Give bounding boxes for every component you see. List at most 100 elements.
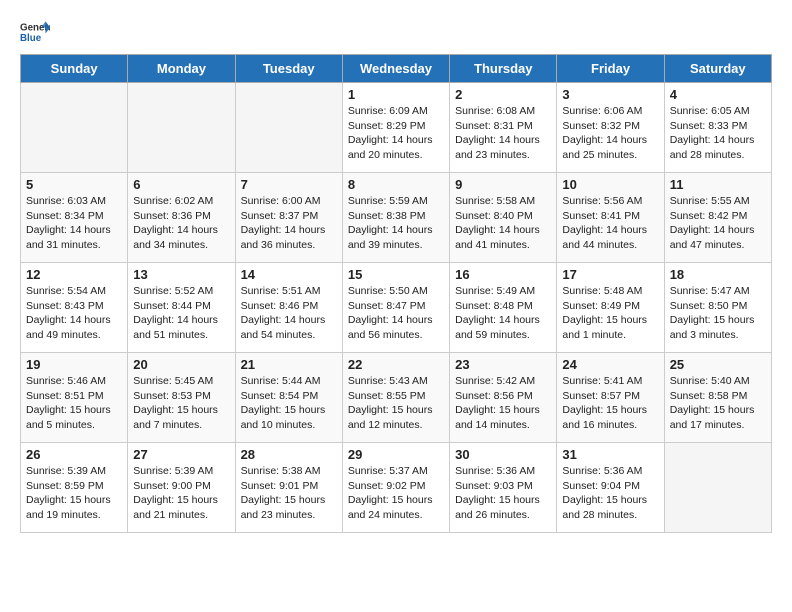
- day-cell: 10 Sunrise: 5:56 AM Sunset: 8:41 PM Dayli…: [557, 173, 664, 263]
- day-header-sunday: Sunday: [21, 55, 128, 83]
- day-cell: [664, 443, 771, 533]
- day-info: Sunrise: 5:46 AM Sunset: 8:51 PM Dayligh…: [26, 374, 122, 433]
- day-info: Sunrise: 5:52 AM Sunset: 8:44 PM Dayligh…: [133, 284, 229, 343]
- day-number: 19: [26, 357, 122, 372]
- day-number: 4: [670, 87, 766, 102]
- day-info: Sunrise: 5:41 AM Sunset: 8:57 PM Dayligh…: [562, 374, 658, 433]
- day-cell: 18Sunrise: 5:47 AM Sunset: 8:50 PM Dayli…: [664, 263, 771, 353]
- day-cell: 13 Sunrise: 5:52 AM Sunset: 8:44 PM Dayli…: [128, 263, 235, 353]
- day-info: Sunrise: 5:56 AM Sunset: 8:41 PM Dayligh…: [562, 194, 658, 253]
- day-info: Sunrise: 5:58 AM Sunset: 8:40 PM Dayligh…: [455, 194, 551, 253]
- day-cell: 29Sunrise: 5:37 AM Sunset: 9:02 PM Dayli…: [342, 443, 449, 533]
- day-info: Sunrise: 5:59 AM Sunset: 8:38 PM Dayligh…: [348, 194, 444, 253]
- day-header-thursday: Thursday: [450, 55, 557, 83]
- day-cell: 11 Sunrise: 5:55 AM Sunset: 8:42 PM Dayli…: [664, 173, 771, 263]
- day-info: Sunrise: 5:50 AM Sunset: 8:47 PM Dayligh…: [348, 284, 444, 343]
- day-number: 12: [26, 267, 122, 282]
- day-info: Sunrise: 5:45 AM Sunset: 8:53 PM Dayligh…: [133, 374, 229, 433]
- day-cell: 30Sunrise: 5:36 AM Sunset: 9:03 PM Dayli…: [450, 443, 557, 533]
- day-cell: 27 Sunrise: 5:39 AM Sunset: 9:00 PM Dayli…: [128, 443, 235, 533]
- day-info: Sunrise: 6:08 AM Sunset: 8:31 PM Dayligh…: [455, 104, 551, 163]
- day-cell: 23 Sunrise: 5:42 AM Sunset: 8:56 PM Dayli…: [450, 353, 557, 443]
- day-header-saturday: Saturday: [664, 55, 771, 83]
- day-number: 9: [455, 177, 551, 192]
- day-info: Sunrise: 6:05 AM Sunset: 8:33 PM Dayligh…: [670, 104, 766, 163]
- week-row-3: 12 Sunrise: 5:54 AM Sunset: 8:43 PM Dayli…: [21, 263, 772, 353]
- day-info: Sunrise: 5:38 AM Sunset: 9:01 PM Dayligh…: [241, 464, 337, 523]
- day-cell: 7Sunrise: 6:00 AM Sunset: 8:37 PM Daylig…: [235, 173, 342, 263]
- day-cell: 9 Sunrise: 5:58 AM Sunset: 8:40 PM Daylig…: [450, 173, 557, 263]
- day-number: 22: [348, 357, 444, 372]
- day-cell: [21, 83, 128, 173]
- day-number: 31: [562, 447, 658, 462]
- day-info: Sunrise: 5:48 AM Sunset: 8:49 PM Dayligh…: [562, 284, 658, 343]
- day-number: 28: [241, 447, 337, 462]
- week-row-2: 5Sunrise: 6:03 AM Sunset: 8:34 PM Daylig…: [21, 173, 772, 263]
- day-cell: [128, 83, 235, 173]
- day-cell: 6 Sunrise: 6:02 AM Sunset: 8:36 PM Daylig…: [128, 173, 235, 263]
- day-number: 24: [562, 357, 658, 372]
- day-number: 5: [26, 177, 122, 192]
- day-number: 30: [455, 447, 551, 462]
- day-number: 20: [133, 357, 229, 372]
- day-number: 27: [133, 447, 229, 462]
- day-info: Sunrise: 5:40 AM Sunset: 8:58 PM Dayligh…: [670, 374, 766, 433]
- day-cell: 14Sunrise: 5:51 AM Sunset: 8:46 PM Dayli…: [235, 263, 342, 353]
- day-header-monday: Monday: [128, 55, 235, 83]
- day-number: 25: [670, 357, 766, 372]
- day-number: 10: [562, 177, 658, 192]
- day-cell: 2 Sunrise: 6:08 AM Sunset: 8:31 PM Daylig…: [450, 83, 557, 173]
- day-info: Sunrise: 6:02 AM Sunset: 8:36 PM Dayligh…: [133, 194, 229, 253]
- calendar-table: SundayMondayTuesdayWednesdayThursdayFrid…: [20, 54, 772, 533]
- day-cell: 1 Sunrise: 6:09 AM Sunset: 8:29 PM Daylig…: [342, 83, 449, 173]
- day-number: 23: [455, 357, 551, 372]
- day-cell: 3Sunrise: 6:06 AM Sunset: 8:32 PM Daylig…: [557, 83, 664, 173]
- day-number: 1: [348, 87, 444, 102]
- day-info: Sunrise: 5:43 AM Sunset: 8:55 PM Dayligh…: [348, 374, 444, 433]
- day-number: 17: [562, 267, 658, 282]
- day-number: 11: [670, 177, 766, 192]
- day-number: 13: [133, 267, 229, 282]
- day-number: 15: [348, 267, 444, 282]
- day-cell: 4 Sunrise: 6:05 AM Sunset: 8:33 PM Daylig…: [664, 83, 771, 173]
- day-info: Sunrise: 5:54 AM Sunset: 8:43 PM Dayligh…: [26, 284, 122, 343]
- day-cell: 8 Sunrise: 5:59 AM Sunset: 8:38 PM Daylig…: [342, 173, 449, 263]
- day-cell: 17 Sunrise: 5:48 AM Sunset: 8:49 PM Dayli…: [557, 263, 664, 353]
- day-info: Sunrise: 5:36 AM Sunset: 9:04 PM Dayligh…: [562, 464, 658, 523]
- day-number: 7: [241, 177, 337, 192]
- day-number: 18: [670, 267, 766, 282]
- day-cell: 26 Sunrise: 5:39 AM Sunset: 8:59 PM Dayli…: [21, 443, 128, 533]
- day-number: 21: [241, 357, 337, 372]
- day-number: 26: [26, 447, 122, 462]
- logo-icon: General Blue: [20, 20, 50, 44]
- day-cell: 20 Sunrise: 5:45 AM Sunset: 8:53 PM Dayli…: [128, 353, 235, 443]
- day-cell: 15 Sunrise: 5:50 AM Sunset: 8:47 PM Dayli…: [342, 263, 449, 353]
- day-info: Sunrise: 5:44 AM Sunset: 8:54 PM Dayligh…: [241, 374, 337, 433]
- day-number: 6: [133, 177, 229, 192]
- header: General Blue: [20, 20, 772, 44]
- day-cell: 31 Sunrise: 5:36 AM Sunset: 9:04 PM Dayli…: [557, 443, 664, 533]
- day-info: Sunrise: 5:37 AM Sunset: 9:02 PM Dayligh…: [348, 464, 444, 523]
- day-cell: 25 Sunrise: 5:40 AM Sunset: 8:58 PM Dayli…: [664, 353, 771, 443]
- day-header-tuesday: Tuesday: [235, 55, 342, 83]
- day-cell: 5Sunrise: 6:03 AM Sunset: 8:34 PM Daylig…: [21, 173, 128, 263]
- week-row-1: 1 Sunrise: 6:09 AM Sunset: 8:29 PM Daylig…: [21, 83, 772, 173]
- day-cell: 19 Sunrise: 5:46 AM Sunset: 8:51 PM Dayli…: [21, 353, 128, 443]
- day-number: 8: [348, 177, 444, 192]
- day-cell: 28 Sunrise: 5:38 AM Sunset: 9:01 PM Dayli…: [235, 443, 342, 533]
- day-info: Sunrise: 5:39 AM Sunset: 8:59 PM Dayligh…: [26, 464, 122, 523]
- day-cell: [235, 83, 342, 173]
- day-header-friday: Friday: [557, 55, 664, 83]
- day-info: Sunrise: 5:42 AM Sunset: 8:56 PM Dayligh…: [455, 374, 551, 433]
- day-info: Sunrise: 6:06 AM Sunset: 8:32 PM Dayligh…: [562, 104, 658, 163]
- day-info: Sunrise: 5:55 AM Sunset: 8:42 PM Dayligh…: [670, 194, 766, 253]
- day-cell: 22 Sunrise: 5:43 AM Sunset: 8:55 PM Dayli…: [342, 353, 449, 443]
- day-info: Sunrise: 5:39 AM Sunset: 9:00 PM Dayligh…: [133, 464, 229, 523]
- day-number: 16: [455, 267, 551, 282]
- header-row: SundayMondayTuesdayWednesdayThursdayFrid…: [21, 55, 772, 83]
- day-number: 14: [241, 267, 337, 282]
- day-header-wednesday: Wednesday: [342, 55, 449, 83]
- day-number: 2: [455, 87, 551, 102]
- logo: General Blue: [20, 20, 50, 44]
- day-info: Sunrise: 6:09 AM Sunset: 8:29 PM Dayligh…: [348, 104, 444, 163]
